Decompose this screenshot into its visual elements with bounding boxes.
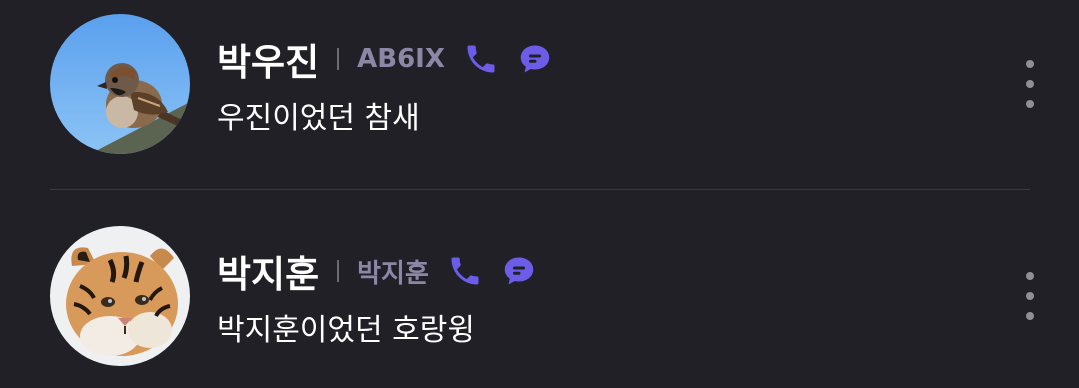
contact-tag: 박지훈: [357, 258, 429, 289]
row-divider: [50, 189, 1030, 190]
more-dot: [1026, 60, 1034, 68]
contact-tag: AB6IX: [357, 44, 445, 74]
more-dot: [1026, 272, 1034, 280]
contact-row-wooojin[interactable]: 박우진 AB6IX 우진이었던 참새: [0, 0, 1079, 180]
status-message: 우진이었던 참새: [217, 101, 420, 136]
name-separator: [337, 48, 340, 70]
chat-bubble-icon[interactable]: [501, 253, 537, 289]
contact-name: 박우진: [217, 41, 320, 84]
status-message: 박지훈이었던 호랑윙: [217, 313, 475, 348]
contact-name: 박지훈: [217, 253, 320, 296]
chat-bubble-icon[interactable]: [517, 41, 553, 77]
more-dot: [1026, 292, 1034, 300]
more-dot: [1026, 80, 1034, 88]
more-vertical-icon[interactable]: [1018, 272, 1042, 320]
contact-row-jihoon[interactable]: 박지훈 박지훈 박지훈이었던 호랑윙: [0, 200, 1079, 380]
phone-icon[interactable]: [447, 253, 483, 289]
sparrow-avatar[interactable]: [50, 14, 190, 154]
name-separator: [337, 260, 340, 282]
more-vertical-icon[interactable]: [1018, 60, 1042, 108]
more-dot: [1026, 100, 1034, 108]
more-dot: [1026, 312, 1034, 320]
tiger-avatar[interactable]: [50, 226, 190, 366]
phone-icon[interactable]: [463, 41, 499, 77]
